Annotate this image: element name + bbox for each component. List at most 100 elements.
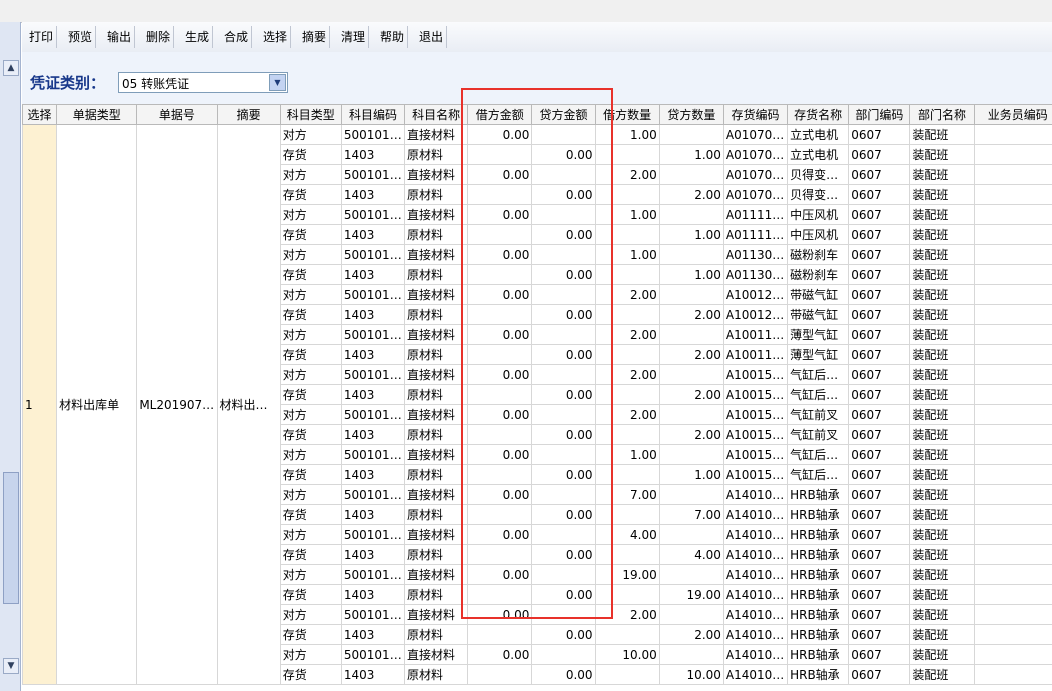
table-row[interactable]: 1材料出库单ML20190701...材料出库...对方50010101直接材料… — [22, 124, 1052, 685]
column-header[interactable]: 单据类型 — [56, 104, 138, 125]
table-cell — [973, 524, 1052, 545]
toolbar: 打印 预览 输出 删除 生成 合成 选择 摘要 清理 帮助 退出 — [22, 22, 1052, 53]
table-cell — [973, 464, 1052, 485]
preview-button[interactable]: 预览 — [65, 26, 97, 48]
table-cell — [594, 224, 660, 245]
table-cell: 原材料 — [404, 464, 469, 485]
table-cell: 存货 — [279, 544, 342, 565]
column-header[interactable]: 摘要 — [216, 104, 281, 125]
table-cell — [973, 164, 1052, 185]
table-cell: 装配班 — [909, 524, 975, 545]
table-cell: A1401020... — [722, 624, 789, 645]
column-header[interactable]: 存货编码 — [722, 104, 789, 125]
table-cell: 2.00 — [658, 424, 724, 445]
scroll-down-icon[interactable]: ▼ — [3, 658, 19, 674]
table-cell — [973, 264, 1052, 285]
table-cell — [594, 184, 660, 205]
voucher-grid[interactable]: 选择 单据类型 单据号 摘要 科目类型 科目编码 科目名称 借方金额 贷方金额 借方数量 贷方数量存… — [22, 104, 1052, 691]
table-cell: 1403 — [340, 144, 406, 165]
table-cell: 50010101 — [340, 284, 406, 305]
print-button[interactable]: 打印 — [26, 26, 58, 48]
merge-button[interactable]: 合成 — [221, 26, 253, 48]
table-cell — [658, 564, 724, 585]
table-cell: A1001510... — [722, 364, 789, 385]
table-cell: 1403 — [340, 464, 406, 485]
group-cell: ML20190701... — [136, 124, 218, 685]
table-cell: A1001510... — [722, 384, 789, 405]
scroll-up-icon[interactable]: ▲ — [3, 60, 19, 76]
table-cell: 2.00 — [594, 164, 660, 185]
table-cell: 19.00 — [658, 584, 724, 605]
table-cell: 对方 — [279, 324, 342, 345]
table-cell: 存货 — [279, 144, 342, 165]
column-header[interactable]: 科目编码 — [340, 104, 406, 125]
table-cell: 装配班 — [909, 244, 975, 265]
table-cell: 立式电机 — [787, 124, 850, 145]
table-cell: 0607 — [848, 504, 911, 525]
column-header[interactable]: 借方数量 — [594, 104, 660, 125]
help-button[interactable]: 帮助 — [377, 26, 409, 48]
voucher-type-select[interactable]: 05 转账凭证 ▼ — [118, 72, 288, 93]
column-header[interactable]: 贷方金额 — [531, 104, 596, 125]
select-cell[interactable]: 1 — [22, 124, 58, 685]
column-header[interactable]: 科目名称 — [404, 104, 469, 125]
table-cell: A1001530... — [722, 404, 789, 425]
table-cell: 装配班 — [909, 424, 975, 445]
chevron-down-icon[interactable]: ▼ — [269, 74, 286, 91]
table-cell: 对方 — [279, 204, 342, 225]
column-header[interactable]: 单据号 — [136, 104, 218, 125]
table-cell: 1403 — [340, 344, 406, 365]
left-scrollbar[interactable]: ▲ ▼ — [0, 22, 21, 691]
table-cell — [467, 664, 533, 685]
table-cell — [531, 204, 596, 225]
table-cell: 1403 — [340, 584, 406, 605]
table-cell: 1.00 — [658, 264, 724, 285]
table-cell: HRB轴承 — [787, 584, 850, 605]
table-cell: 50010101 — [340, 444, 406, 465]
table-cell — [531, 604, 596, 625]
table-cell: 0607 — [848, 384, 911, 405]
table-cell: 0607 — [848, 464, 911, 485]
column-header[interactable]: 存货名称 — [787, 104, 850, 125]
table-cell: 0.00 — [467, 284, 533, 305]
table-cell: 2.00 — [594, 364, 660, 385]
column-header[interactable]: 部门名称 — [909, 104, 975, 125]
column-header[interactable]: 业务员编码 — [973, 104, 1052, 125]
table-cell — [467, 544, 533, 565]
clear-button[interactable]: 清理 — [338, 26, 370, 48]
table-cell: 原材料 — [404, 544, 469, 565]
column-header[interactable]: 借方金额 — [467, 104, 533, 125]
generate-button[interactable]: 生成 — [182, 26, 214, 48]
table-cell: 0.00 — [467, 644, 533, 665]
table-cell — [467, 344, 533, 365]
table-cell — [594, 464, 660, 485]
table-cell: 装配班 — [909, 644, 975, 665]
table-cell — [658, 644, 724, 665]
export-button[interactable]: 输出 — [104, 26, 136, 48]
table-cell: 装配班 — [909, 184, 975, 205]
table-cell: 0.00 — [467, 164, 533, 185]
table-cell — [594, 504, 660, 525]
table-cell — [658, 204, 724, 225]
table-cell: 1403 — [340, 384, 406, 405]
table-cell: 1.00 — [658, 464, 724, 485]
summary-button[interactable]: 摘要 — [299, 26, 331, 48]
select-button[interactable]: 选择 — [260, 26, 292, 48]
table-cell: 10.00 — [594, 644, 660, 665]
delete-button[interactable]: 删除 — [143, 26, 175, 48]
scroll-thumb[interactable] — [3, 472, 19, 604]
table-cell: 1.00 — [658, 224, 724, 245]
column-header[interactable]: 部门编码 — [848, 104, 911, 125]
exit-button[interactable]: 退出 — [416, 26, 448, 48]
table-cell — [658, 284, 724, 305]
column-header[interactable]: 科目类型 — [279, 104, 342, 125]
table-cell — [594, 384, 660, 405]
table-cell: 存货 — [279, 584, 342, 605]
table-cell — [973, 664, 1052, 685]
column-header[interactable]: 选择 — [22, 104, 58, 125]
table-cell: 0607 — [848, 204, 911, 225]
table-cell: 50010101 — [340, 164, 406, 185]
table-cell — [973, 624, 1052, 645]
column-header[interactable]: 贷方数量 — [658, 104, 724, 125]
table-cell — [973, 304, 1052, 325]
